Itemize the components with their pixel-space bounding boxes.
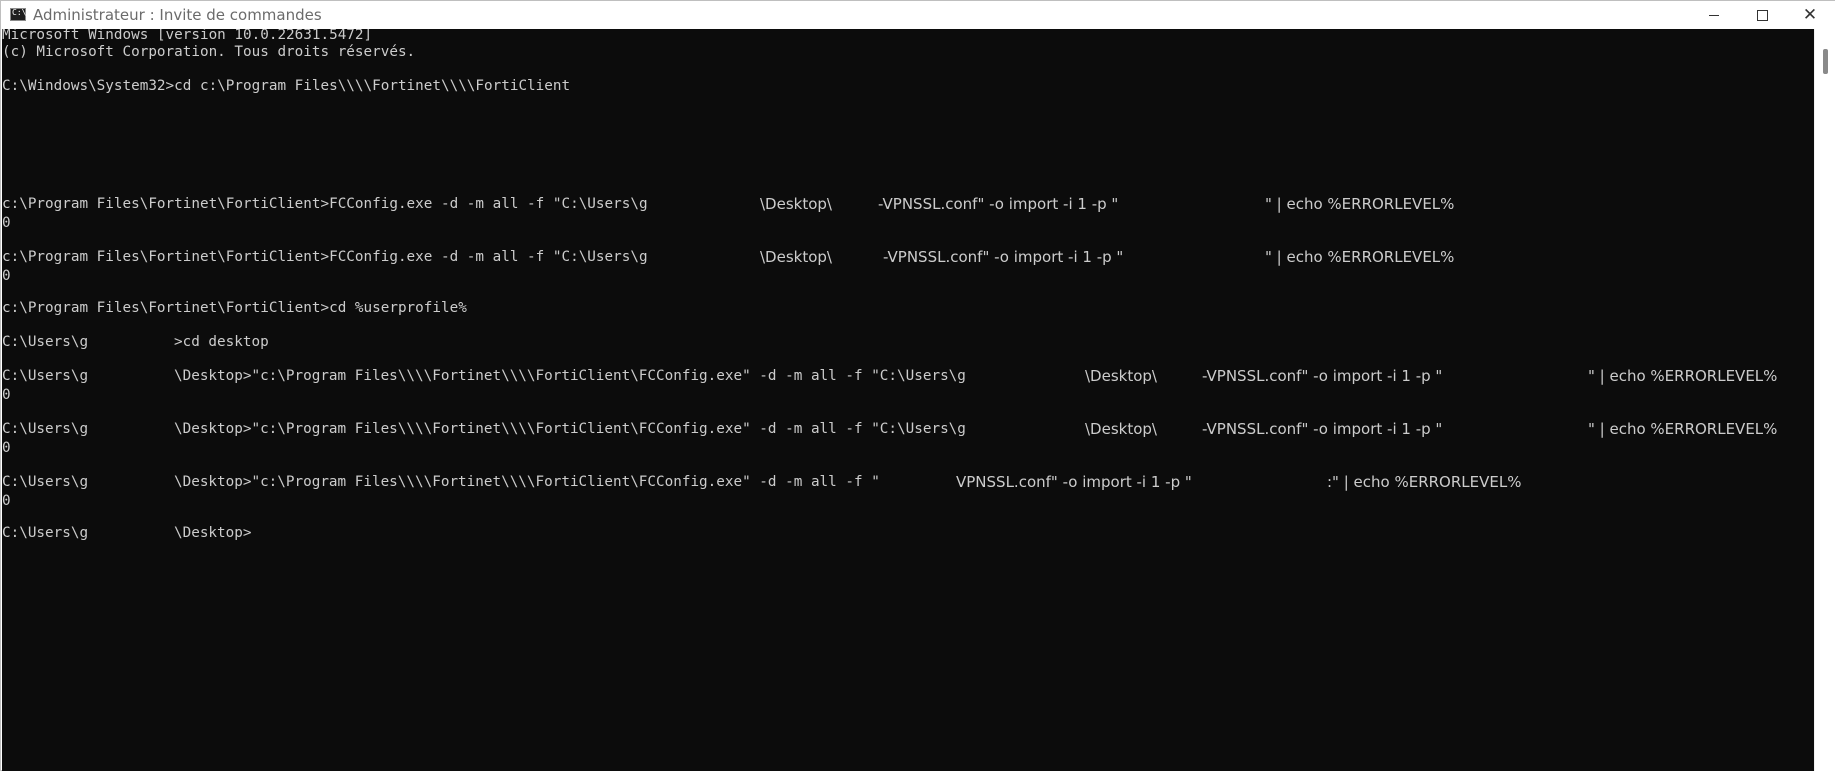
command-prompt-text: \Desktop>"c:\Program Files\\\\Fortinet\\… bbox=[174, 368, 966, 384]
fcconfig-command-line: c:\Program Files\Fortinet\FortiClient>FC… bbox=[2, 194, 1814, 214]
errorlevel-output: 0 bbox=[2, 268, 11, 284]
cd-forticlient-line: C:\Windows\System32>cd c:\Program Files\… bbox=[2, 78, 571, 94]
command-desktop-path: \Desktop\ bbox=[760, 195, 832, 213]
fcconfig-command-line: C:\Users\g \Desktop>"c:\Program Files\\\… bbox=[2, 419, 1814, 439]
fcconfig-command-line: c:\Program Files\Fortinet\FortiClient>FC… bbox=[2, 247, 1814, 267]
command-echo-errorlevel: " | echo %ERRORLEVEL% bbox=[1265, 248, 1455, 266]
copyright-line: (c) Microsoft Corporation. Tous droits r… bbox=[2, 44, 416, 60]
scrollbar-thumb[interactable] bbox=[1823, 49, 1828, 74]
command-prompt-text: c:\Program Files\Fortinet\FortiClient>FC… bbox=[2, 249, 648, 265]
command-prompt-text: \Desktop>"c:\Program Files\\\\Fortinet\\… bbox=[174, 474, 880, 490]
prompt-user-path: C:\Users\g bbox=[2, 334, 89, 350]
cd-desktop-command: >cd desktop bbox=[174, 334, 269, 350]
close-button[interactable]: ✕ bbox=[1787, 1, 1833, 29]
cmd-icon-glyph: C:\. bbox=[12, 8, 32, 17]
command-prompt-text: c:\Program Files\Fortinet\FortiClient>FC… bbox=[2, 196, 648, 212]
console-output[interactable]: Microsoft Windows [version 10.0.22631.54… bbox=[2, 29, 1814, 771]
prompt-user-path: C:\Users\g bbox=[2, 525, 89, 541]
errorlevel-output: 0 bbox=[2, 387, 11, 403]
command-prompt-window: C:\. Administrateur : Invite de commande… bbox=[0, 0, 1835, 771]
minimize-icon bbox=[1709, 14, 1719, 16]
errorlevel-output: 0 bbox=[2, 493, 11, 509]
prompt-user-path: C:\Users\g bbox=[2, 368, 89, 384]
cmd-icon[interactable]: C:\. bbox=[10, 8, 31, 21]
command-conf-args: -VPNSSL.conf" -o import -i 1 -p " bbox=[1202, 420, 1443, 438]
command-desktop-path: \Desktop\ bbox=[760, 248, 832, 266]
fcconfig-command-line: C:\Users\g \Desktop>"c:\Program Files\\\… bbox=[2, 366, 1814, 386]
errorlevel-output: 0 bbox=[2, 215, 11, 231]
prompt-desktop-path: \Desktop> bbox=[174, 525, 252, 541]
command-echo-errorlevel: :" | echo %ERRORLEVEL% bbox=[1327, 473, 1522, 491]
prompt-user-path: C:\Users\g bbox=[2, 421, 89, 437]
command-echo-errorlevel: " | echo %ERRORLEVEL% bbox=[1588, 367, 1778, 385]
command-desktop-path: \Desktop\ bbox=[1085, 367, 1157, 385]
fcconfig-command-line: C:\Users\g \Desktop>"c:\Program Files\\\… bbox=[2, 472, 1814, 492]
close-icon: ✕ bbox=[1802, 4, 1818, 25]
command-conf-args: -VPNSSL.conf" -o import -i 1 -p " bbox=[883, 248, 1124, 266]
title-bar[interactable]: C:\. Administrateur : Invite de commande… bbox=[1, 1, 1835, 29]
prompt-user-path: C:\Users\g bbox=[2, 474, 89, 490]
cd-userprofile-line: c:\Program Files\Fortinet\FortiClient>cd… bbox=[2, 300, 467, 316]
errorlevel-output: 0 bbox=[2, 440, 11, 456]
minimize-button[interactable] bbox=[1691, 1, 1737, 29]
maximize-icon bbox=[1756, 9, 1768, 21]
command-conf-args: -VPNSSL.conf" -o import -i 1 -p " bbox=[878, 195, 1119, 213]
window-title: Administrateur : Invite de commandes bbox=[33, 6, 322, 24]
vertical-scrollbar[interactable] bbox=[1814, 29, 1835, 771]
maximize-button[interactable] bbox=[1739, 1, 1785, 29]
command-desktop-path: \Desktop\ bbox=[1085, 420, 1157, 438]
command-conf-args: -VPNSSL.conf" -o import -i 1 -p " bbox=[1202, 367, 1443, 385]
command-prompt-text: \Desktop>"c:\Program Files\\\\Fortinet\\… bbox=[174, 421, 966, 437]
command-conf-args: VPNSSL.conf" -o import -i 1 -p " bbox=[956, 473, 1192, 491]
cd-desktop-line: C:\Users\g >cd desktop bbox=[2, 332, 1814, 352]
current-prompt-line[interactable]: C:\Users\g \Desktop> bbox=[2, 523, 1814, 543]
command-echo-errorlevel: " | echo %ERRORLEVEL% bbox=[1265, 195, 1455, 213]
command-echo-errorlevel: " | echo %ERRORLEVEL% bbox=[1588, 420, 1778, 438]
